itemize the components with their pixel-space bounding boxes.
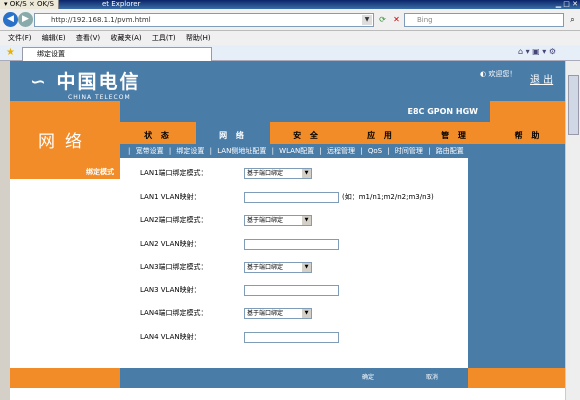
refresh-icon[interactable]: ⟳ [376,13,389,26]
page-header: ∽ 中国电信 CHINA TELECOM ◐ 欢迎您！ 退 出 [10,61,565,101]
lan2-mode-label: LAN2端口绑定模式： [140,216,208,224]
form-footer: 确定 取消 [120,368,468,388]
browser-tab-bar: ★ 绑定设置 ⌂ ▾ ▣ ▾ ⚙ [0,45,580,61]
toolbar-icons[interactable]: ⌂ ▾ ▣ ▾ ⚙ [518,47,556,56]
tab-network[interactable]: 网 络 [196,122,270,144]
left-column [10,165,120,400]
chevron-down-icon: ▼ [302,169,311,178]
lan2-vlan-label: LAN2 VLAN映射： [140,240,201,248]
stop-icon[interactable]: ✕ [390,13,403,26]
lan4-vlan-input[interactable] [244,332,339,343]
menu-favorites[interactable]: 收藏夹(A) [110,34,141,42]
welcome-text: ◐ 欢迎您！ [480,70,517,78]
menu-view[interactable]: 查看(V) [76,34,100,42]
subtab-binding[interactable]: 绑定设置 [176,147,204,155]
search-icon[interactable]: ⌕ [566,13,579,26]
forward-icon[interactable]: ▶ [18,12,33,27]
subtab-route[interactable]: 路由配置 [436,147,464,155]
lan3-vlan-label: LAN3 VLAN映射： [140,286,201,294]
menu-file[interactable]: 文件(F) [8,34,32,42]
confirm-button[interactable]: 确定 [362,368,374,388]
browser-tab[interactable]: 绑定设置 [22,47,212,61]
menu-edit[interactable]: 编辑(E) [42,34,66,42]
lan1-vlan-input[interactable] [244,192,339,203]
window-controls[interactable]: ▁ □ ✕ [556,0,578,9]
popup-tabs[interactable]: ▾ OK/S × OK/S [0,0,59,9]
navigation-bar: ◀ ▶ http://192.168.1.1/pvm.html ▼ ⟳ ✕ Bin… [0,9,580,31]
window-title-bar: ▾ OK/S × OK/S et Explorer ▁ □ ✕ [0,0,580,9]
menu-help[interactable]: 帮助(H) [186,34,211,42]
left-heading: 绑定模式 [10,165,120,179]
logo-swirl-icon: ∽ [30,71,48,93]
product-name: E8C GPON HGW [120,101,490,122]
category-title: 网络 [10,122,120,165]
binding-form: LAN1端口绑定模式： 基于端口绑定 ▼ LAN1 VLAN映射： (如：m1/n… [120,158,468,368]
tab-management[interactable]: 管 理 [418,122,492,144]
vertical-scrollbar[interactable] [565,61,580,400]
lan3-vlan-input[interactable] [244,285,339,296]
china-telecom-logo: ∽ 中国电信 CHINA TELECOM [30,71,141,101]
lan1-mode-select[interactable]: 基于端口绑定 ▼ [244,168,312,179]
favorites-star-icon[interactable]: ★ [6,47,15,58]
subtab-wlan[interactable]: WLAN配置 [279,147,314,155]
lan1-vlan-label: LAN1 VLAN映射： [140,193,201,201]
right-column [468,158,565,368]
search-input[interactable]: Bing [404,13,564,27]
lan4-mode-label: LAN4端口绑定模式： [140,309,208,317]
tab-application[interactable]: 应 用 [344,122,418,144]
window-title: et Explorer [102,0,141,8]
tab-help[interactable]: 帮 助 [492,122,565,144]
router-page: ∽ 中国电信 CHINA TELECOM ◐ 欢迎您！ 退 出 E8C GPON… [10,61,565,400]
back-icon[interactable]: ◀ [3,12,18,27]
sub-tabs: | 宽带设置 | 绑定设置 | LAN侧地址配置 | WLAN配置 | 远程管理… [120,144,565,158]
cancel-button[interactable]: 取消 [426,368,438,388]
tab-security[interactable]: 安 全 [270,122,344,144]
vlan-hint: (如：m1/n1;m2/n2;m3/n3) [342,193,434,201]
chevron-down-icon: ▼ [302,263,311,272]
subtab-lan-address[interactable]: LAN侧地址配置 [217,147,266,155]
address-bar[interactable]: http://192.168.1.1/pvm.html ▼ [34,13,374,27]
scrollbar-thumb[interactable] [568,75,579,135]
lan3-mode-select[interactable]: 基于端口绑定 ▼ [244,262,312,273]
address-dropdown-icon[interactable]: ▼ [362,15,372,25]
lan2-vlan-input[interactable] [244,239,339,250]
main-tabs: 状 态 网 络 安 全 应 用 管 理 帮 助 [120,122,565,144]
chevron-down-icon: ▼ [302,309,311,318]
footer-right [468,368,565,388]
menu-bar: 文件(F) 编辑(E) 查看(V) 收藏夹(A) 工具(T) 帮助(H) [0,31,580,45]
subtab-qos[interactable]: QoS [368,147,382,155]
subtab-remote[interactable]: 远程管理 [327,147,355,155]
tab-status[interactable]: 状 态 [120,122,196,144]
lan3-mode-label: LAN3端口绑定模式： [140,263,208,271]
lan2-mode-select[interactable]: 基于端口绑定 ▼ [244,215,312,226]
chevron-down-icon: ▼ [302,216,311,225]
lan4-mode-select[interactable]: 基于端口绑定 ▼ [244,308,312,319]
menu-tools[interactable]: 工具(T) [152,34,176,42]
footer-left [10,368,120,388]
subtab-broadband[interactable]: 宽带设置 [136,147,164,155]
lan4-vlan-label: LAN4 VLAN映射： [140,333,201,341]
subtab-time[interactable]: 时间管理 [395,147,423,155]
logout-link[interactable]: 退 出 [530,71,553,86]
lan1-mode-label: LAN1端口绑定模式： [140,169,208,177]
